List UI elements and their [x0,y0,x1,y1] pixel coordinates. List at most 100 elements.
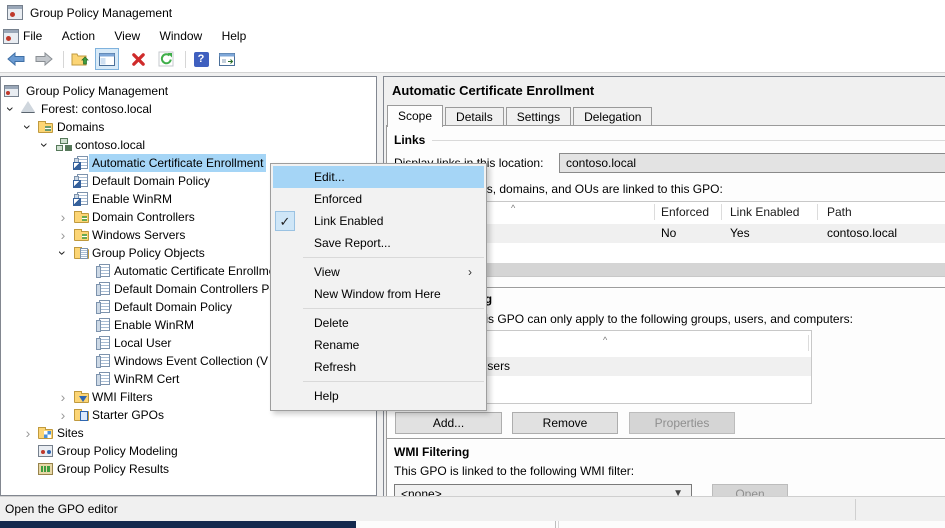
tree-item-domains[interactable]: ›Domains [1,118,376,136]
menu-item-label: Link Enabled [314,214,383,228]
menu-item-new-window[interactable]: New Window from Here [273,283,484,305]
chevron-expanded-icon[interactable]: › [2,103,20,115]
column-divider [721,204,722,220]
menu-item-label: View [314,265,340,279]
chevron-collapsed-icon[interactable]: › [57,388,69,406]
remove-button[interactable]: Remove [512,412,618,434]
domains-folder-icon [38,123,53,133]
wmi-filters-folder-icon [74,393,89,403]
properties-button[interactable]: Properties [629,412,735,434]
tab-delegation[interactable]: Delegation [573,107,652,126]
checkmark-icon: ✓ [275,211,295,231]
tree-item-forest[interactable]: ›Forest: contoso.local [1,100,376,118]
tree-item-gp-modeling[interactable]: Group Policy Modeling [1,442,376,460]
gpo-context-menu: Edit... Enforced ✓ Link Enabled Save Repo… [270,163,487,411]
section-divider [387,438,945,440]
links-heading: Links [394,133,425,147]
help-icon[interactable]: ? [189,48,213,70]
chevron-collapsed-icon[interactable]: › [57,226,69,244]
tree-item-sites[interactable]: ›Sites [1,424,376,442]
tab-settings[interactable]: Settings [506,107,571,126]
tree-item-domain-contoso[interactable]: ›contoso.local [1,136,376,154]
links-heading-rule [432,140,945,141]
chevron-collapsed-icon[interactable]: › [57,208,69,226]
gpo-icon [99,318,110,331]
menu-item-help[interactable]: Help [273,385,484,407]
status-text: Open the GPO editor [5,502,118,516]
forward-icon[interactable] [32,48,56,70]
gpo-container-folder-icon [74,249,89,259]
tree-item-root[interactable]: Group Policy Management [1,82,376,100]
back-icon[interactable] [4,48,28,70]
menu-item-edit[interactable]: Edit... [273,166,484,188]
modeling-icon [38,445,53,457]
menu-help[interactable]: Help [214,27,255,45]
gpo-icon [99,336,110,349]
menu-item-enforced[interactable]: Enforced [273,188,484,210]
chevron-collapsed-icon[interactable]: › [57,406,69,424]
window-title: Group Policy Management [30,6,172,20]
column-divider [808,335,809,351]
links-col-path[interactable]: Path [827,202,852,222]
links-location-combo[interactable]: contoso.local [559,153,945,173]
menu-item-delete[interactable]: Delete [273,312,484,334]
wmi-description: This GPO is linked to the following WMI … [394,464,634,478]
cell-path: contoso.local [827,224,897,243]
menu-item-link-enabled[interactable]: ✓ Link Enabled [273,210,484,232]
console-root-icon [4,85,19,97]
menu-separator [303,308,484,309]
chevron-collapsed-icon[interactable]: › [22,424,34,442]
menu-item-view[interactable]: View › [273,261,484,283]
menu-item-refresh[interactable]: Refresh [273,356,484,378]
forest-icon [21,101,35,112]
taskbar-divider [558,521,559,528]
tree-item-gp-results[interactable]: Group Policy Results [1,460,376,478]
export-list-icon[interactable] [215,48,239,70]
submenu-arrow-icon: › [468,261,472,283]
domain-icon [56,139,71,151]
links-col-enforced[interactable]: Enforced [661,202,709,222]
links-location-value: contoso.local [566,156,636,170]
menu-separator [303,257,484,258]
menu-window[interactable]: Window [152,27,211,45]
menu-separator [303,381,484,382]
menu-bar: File Action View Window Help [0,27,945,46]
sites-folder-icon [38,429,53,439]
app-icon [7,5,23,20]
show-console-tree-icon[interactable] [95,48,119,70]
column-divider [654,204,655,220]
taskbar-dark-segment [0,521,356,528]
starter-gpos-folder-icon [74,411,89,421]
menu-file[interactable]: File [15,27,50,45]
gpo-link-icon [77,156,88,169]
up-one-level-icon[interactable] [68,48,92,70]
refresh-icon[interactable] [154,48,178,70]
column-divider [817,204,818,220]
delete-icon[interactable] [126,48,150,70]
gpo-icon [99,372,110,385]
status-divider [855,499,856,520]
toolbar-separator [185,51,186,68]
tab-strip: Scope Details Settings Delegation [387,104,654,126]
ou-folder-icon [74,213,89,223]
tab-scope[interactable]: Scope [387,105,443,127]
chevron-expanded-icon[interactable]: › [36,139,54,151]
links-col-link-enabled[interactable]: Link Enabled [730,202,799,222]
toolbar: ? [0,46,945,73]
menu-view[interactable]: View [106,27,148,45]
gpo-icon [99,282,110,295]
chevron-expanded-icon[interactable]: › [19,121,37,133]
gpo-icon [99,354,110,367]
menu-item-save-report[interactable]: Save Report... [273,232,484,254]
chevron-expanded-icon[interactable]: › [54,247,72,259]
gpo-icon [99,300,110,313]
gpmc-window: Group Policy Management File Action View… [0,0,945,528]
taskbar-divider [555,521,556,528]
gpo-icon [99,264,110,277]
menu-item-rename[interactable]: Rename [273,334,484,356]
sort-asc-icon: ^ [511,203,515,213]
gpo-title: Automatic Certificate Enrollment [392,83,594,98]
tab-details[interactable]: Details [445,107,504,126]
add-button[interactable]: Add... [395,412,502,434]
menu-action[interactable]: Action [54,27,103,45]
